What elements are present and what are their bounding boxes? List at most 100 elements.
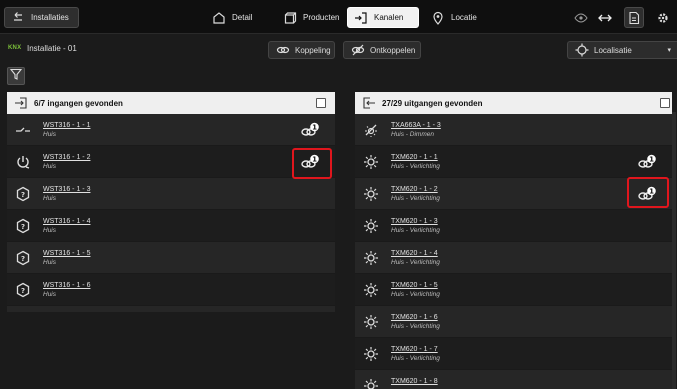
- inputs-list: WST316 - 1 - 1 Huis 1 WST316 - 1 - 2 Huis 1? W…: [7, 114, 335, 306]
- eye-button[interactable]: [572, 7, 590, 28]
- linked-count-icon[interactable]: 1: [300, 122, 320, 138]
- outputs-channel-location: Huis - Verlichting: [391, 227, 440, 234]
- channel-icon: [354, 11, 368, 25]
- outputs-row-text: TXM620 - 1 - 6 Huis - Verlichting: [391, 313, 440, 331]
- outputs-row[interactable]: TXM620 - 1 - 7 Huis - Verlichting: [355, 338, 672, 370]
- tab-detail[interactable]: Detail: [206, 7, 258, 28]
- outputs-channel-name[interactable]: TXM620 - 1 - 7: [391, 345, 440, 354]
- localisatie-dropdown[interactable]: Localisatie ▾: [567, 41, 677, 59]
- switch-icon: [15, 122, 31, 138]
- filter-icon: [9, 67, 23, 85]
- highlight-box-input: [292, 148, 332, 179]
- outputs-row[interactable]: TXM620 - 1 - 3 Huis - Verlichting: [355, 210, 672, 242]
- outputs-row[interactable]: TXM620 - 1 - 1 Huis - Verlichting 1: [355, 146, 672, 178]
- select-all-outputs-checkbox[interactable]: [660, 98, 670, 108]
- installaties-button[interactable]: Installaties: [4, 7, 79, 28]
- outputs-channel-name[interactable]: TXM620 - 1 - 3: [391, 217, 440, 226]
- inputs-row[interactable]: ? WST316 - 1 - 4 Huis: [7, 210, 335, 242]
- inputs-row-text: WST316 - 1 - 5 Huis: [43, 249, 90, 267]
- outputs-row[interactable]: TXM620 - 1 - 4 Huis - Verlichting: [355, 242, 672, 274]
- inputs-row[interactable]: ? WST316 - 1 - 3 Huis: [7, 178, 335, 210]
- outputs-row[interactable]: TXM620 - 1 - 8: [355, 370, 672, 389]
- svg-text:?: ?: [21, 255, 25, 263]
- outputs-row[interactable]: TXM620 - 1 - 6 Huis - Verlichting: [355, 306, 672, 338]
- link-icon: [276, 43, 290, 57]
- inputs-channel-name[interactable]: WST316 - 1 - 2: [43, 153, 90, 162]
- installation-name: Installatie - 01: [27, 44, 77, 53]
- crosshair-icon: [575, 43, 589, 57]
- light-icon: [363, 346, 379, 362]
- outputs-channel-name[interactable]: TXM620 - 1 - 5: [391, 281, 440, 290]
- outputs-row-text: TXM620 - 1 - 3 Huis - Verlichting: [391, 217, 440, 235]
- outputs-channel-name[interactable]: TXM620 - 1 - 1: [391, 153, 440, 162]
- eye-icon: [574, 11, 588, 25]
- outputs-channel-name[interactable]: TXA663A - 1 - 3: [391, 121, 441, 130]
- inputs-channel-name[interactable]: WST316 - 1 - 1: [43, 121, 90, 130]
- outputs-channel-name[interactable]: TXM620 - 1 - 6: [391, 313, 440, 322]
- linked-count-icon[interactable]: 1: [637, 154, 657, 170]
- inputs-channel-name[interactable]: WST316 - 1 - 6: [43, 281, 90, 290]
- inputs-row[interactable]: WST316 - 1 - 1 Huis 1: [7, 114, 335, 146]
- inputs-channel-location: Huis: [43, 227, 57, 234]
- outputs-row-text: TXM620 - 1 - 7 Huis - Verlichting: [391, 345, 440, 363]
- outputs-row[interactable]: TXA663A - 1 - 3 Huis - Dimmen: [355, 114, 672, 146]
- light-icon: [363, 378, 379, 389]
- outputs-channel-name[interactable]: TXM620 - 1 - 2: [391, 185, 440, 194]
- knx-logo: KNX: [8, 45, 22, 51]
- outputs-channel-name[interactable]: TXM620 - 1 - 4: [391, 249, 440, 258]
- outputs-row-text: TXM620 - 1 - 4 Huis - Verlichting: [391, 249, 440, 267]
- inputs-row[interactable]: ? WST316 - 1 - 5 Huis: [7, 242, 335, 274]
- inputs-row[interactable]: ? WST316 - 1 - 6 Huis: [7, 274, 335, 306]
- tab-producten[interactable]: Producten: [277, 7, 345, 28]
- outputs-scrollbar[interactable]: [672, 112, 676, 389]
- ontkoppelen-button[interactable]: Ontkoppelen: [343, 41, 421, 59]
- outputs-panel: 27/29 uitgangen gevonden TXA663A - 1 - 3…: [355, 92, 672, 389]
- svg-text:?: ?: [21, 287, 25, 295]
- inputs-panel: 6/7 ingangen gevonden WST316 - 1 - 1 Huis…: [7, 92, 335, 312]
- outputs-row[interactable]: TXM620 - 1 - 2 Huis - Verlichting 1: [355, 178, 672, 210]
- light-icon: [363, 154, 379, 170]
- settings-button[interactable]: [654, 7, 672, 28]
- toggle-icon: [598, 11, 612, 25]
- inputs-panel-header: 6/7 ingangen gevonden: [7, 92, 335, 114]
- inputs-channel-name[interactable]: WST316 - 1 - 5: [43, 249, 90, 258]
- inputs-channel-name[interactable]: WST316 - 1 - 3: [43, 185, 90, 194]
- installation-bar: KNX Installatie - 01 Koppeling Ontkoppel…: [0, 38, 677, 62]
- back-arrow-icon: [11, 11, 25, 25]
- question-icon: ?: [15, 250, 31, 266]
- box-icon: [283, 11, 297, 25]
- output-arrow-icon: [362, 96, 376, 110]
- select-all-inputs-checkbox[interactable]: [316, 98, 326, 108]
- inputs-row-text: WST316 - 1 - 1 Huis: [43, 121, 90, 139]
- tab-kanalen[interactable]: Kanalen: [347, 7, 419, 28]
- light-icon: [363, 250, 379, 266]
- inputs-row-text: WST316 - 1 - 2 Huis: [43, 153, 90, 171]
- inputs-channel-name[interactable]: WST316 - 1 - 4: [43, 217, 90, 226]
- app-window: Installaties Detail Producten Kanalen Lo…: [0, 0, 677, 389]
- question-icon: ?: [15, 282, 31, 298]
- filter-button[interactable]: [7, 67, 25, 85]
- dimmer-icon: [363, 122, 379, 138]
- outputs-panel-header: 27/29 uitgangen gevonden: [355, 92, 672, 114]
- svg-text:?: ?: [21, 223, 25, 231]
- question-icon: ?: [15, 186, 31, 202]
- tab-locatie[interactable]: Locatie: [425, 7, 483, 28]
- house-icon: [212, 11, 226, 25]
- gear-icon: [656, 11, 670, 25]
- toggle-button[interactable]: [596, 7, 614, 28]
- svg-text:?: ?: [21, 191, 25, 199]
- outputs-row-text: TXA663A - 1 - 3 Huis - Dimmen: [391, 121, 441, 139]
- inputs-row-text: WST316 - 1 - 3 Huis: [43, 185, 90, 203]
- inputs-row-text: WST316 - 1 - 6 Huis: [43, 281, 90, 299]
- document-button[interactable]: [624, 7, 644, 28]
- location-pin-icon: [431, 11, 445, 25]
- koppeling-button[interactable]: Koppeling: [268, 41, 335, 59]
- outputs-channel-name[interactable]: TXM620 - 1 - 8: [391, 377, 438, 386]
- inputs-row[interactable]: WST316 - 1 - 2 Huis 1: [7, 146, 335, 178]
- outputs-panel-title: 27/29 uitgangen gevonden: [382, 98, 483, 108]
- outputs-row-text: TXM620 - 1 - 8: [391, 377, 438, 386]
- svg-text:1: 1: [649, 156, 654, 164]
- outputs-channel-location: Huis - Verlichting: [391, 259, 440, 266]
- outputs-list: TXA663A - 1 - 3 Huis - Dimmen TXM620 - 1 -…: [355, 114, 672, 389]
- outputs-row[interactable]: TXM620 - 1 - 5 Huis - Verlichting: [355, 274, 672, 306]
